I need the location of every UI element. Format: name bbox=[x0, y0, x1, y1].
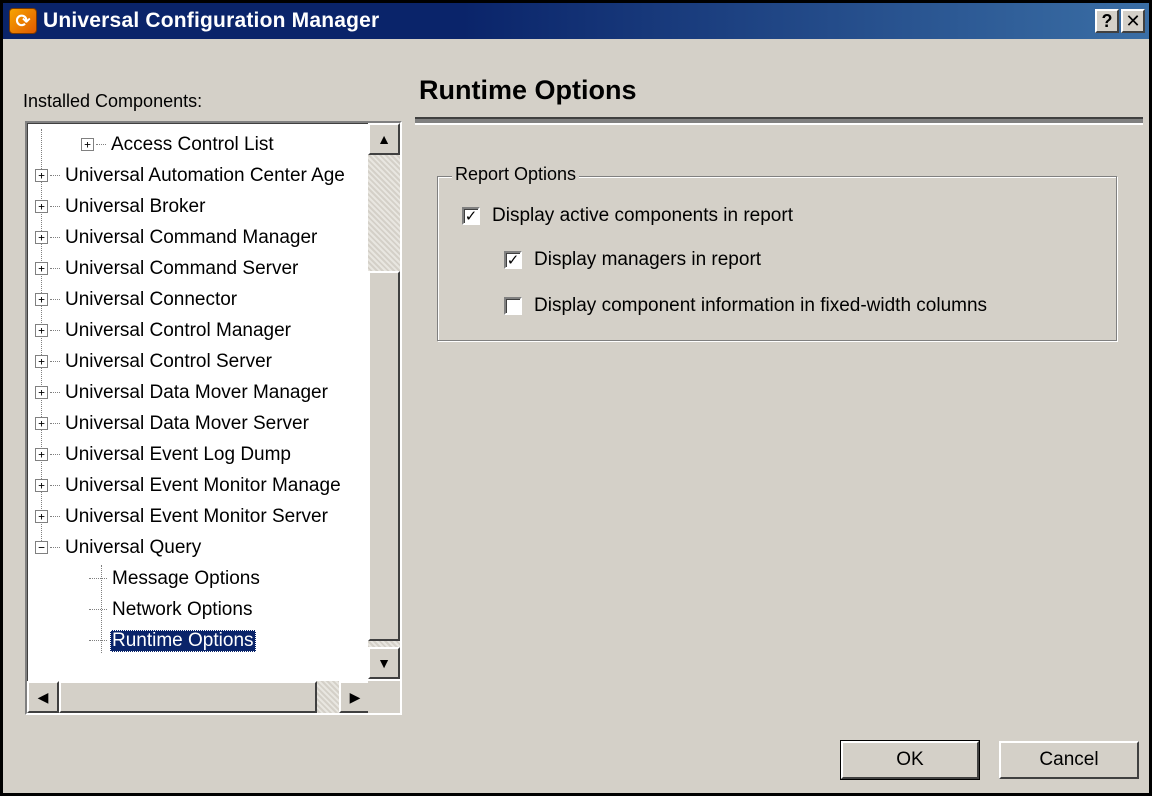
expand-icon[interactable]: + bbox=[35, 479, 48, 492]
fixed-width-option[interactable]: Display component information in fixed-w… bbox=[504, 295, 987, 317]
tree-node-label: Universal Data Mover Server bbox=[65, 412, 309, 434]
tree-horizontal-scrollbar[interactable]: ◀ ▶ bbox=[27, 681, 371, 713]
tree-connector bbox=[50, 454, 60, 455]
tree-connector bbox=[50, 330, 60, 331]
expand-icon[interactable]: + bbox=[35, 200, 48, 213]
tree-node[interactable]: + Universal Command Manager bbox=[27, 222, 371, 253]
tree-node[interactable]: + Universal Event Log Dump bbox=[27, 439, 371, 470]
option-label: Display active components in report bbox=[492, 205, 793, 226]
page-title: Runtime Options bbox=[419, 75, 637, 105]
managers-option[interactable]: ✓ Display managers in report bbox=[504, 249, 761, 271]
option-label: Display component information in fixed-w… bbox=[534, 295, 988, 316]
active-components-option[interactable]: ✓ Display active components in report bbox=[462, 205, 793, 227]
tree-node[interactable]: + Universal Connector bbox=[27, 284, 371, 315]
app-icon: ⟳ bbox=[9, 8, 37, 34]
tree-node[interactable]: + Universal Control Server bbox=[27, 346, 371, 377]
scroll-left-icon[interactable]: ◀ bbox=[27, 681, 59, 713]
expand-icon[interactable]: + bbox=[35, 510, 48, 523]
tree-node[interactable]: Message Options bbox=[27, 563, 371, 594]
tree-node[interactable]: + Universal Command Server bbox=[27, 253, 371, 284]
tree-node[interactable]: − Universal Query bbox=[27, 532, 371, 563]
tree-node[interactable]: + Access Control List bbox=[27, 129, 371, 160]
tree-node-label: Universal Query bbox=[65, 536, 202, 558]
config-manager-window: ⟳ Universal Configuration Manager ? ✕ In… bbox=[0, 0, 1152, 796]
tree-node-label: Universal Control Server bbox=[65, 350, 272, 372]
cancel-button[interactable]: Cancel bbox=[999, 741, 1139, 779]
tree-node-label: Universal Automation Center Age bbox=[65, 164, 345, 186]
tree-connector bbox=[50, 485, 60, 486]
option-label: Display managers in report bbox=[534, 249, 762, 270]
collapse-icon[interactable]: − bbox=[35, 541, 48, 554]
tree-node[interactable]: Network Options bbox=[27, 594, 371, 625]
tree-connector bbox=[89, 609, 107, 610]
horizontal-scroll-thumb[interactable] bbox=[59, 681, 317, 713]
expand-icon[interactable]: + bbox=[35, 448, 48, 461]
scroll-down-icon[interactable]: ▼ bbox=[368, 647, 400, 679]
scroll-up-icon[interactable]: ▲ bbox=[368, 123, 400, 155]
expand-icon[interactable]: + bbox=[35, 293, 48, 306]
tree-connector bbox=[50, 237, 60, 238]
tree-node-label: Universal Command Manager bbox=[65, 226, 318, 248]
tree-node-label: Universal Data Mover Manager bbox=[65, 381, 328, 403]
expand-icon[interactable]: + bbox=[35, 355, 48, 368]
scroll-right-icon[interactable]: ▶ bbox=[339, 681, 371, 713]
tree-connector bbox=[89, 640, 107, 641]
tree-connector bbox=[50, 175, 60, 176]
expand-icon[interactable]: + bbox=[35, 386, 48, 399]
tree-node-label: Universal Event Monitor Manage bbox=[65, 474, 341, 496]
tree-node[interactable]: + Universal Event Monitor Server bbox=[27, 501, 371, 532]
help-button[interactable]: ? bbox=[1095, 9, 1119, 33]
tree-node-label: Universal Event Monitor Server bbox=[65, 505, 328, 527]
tree-node-label: Runtime Options bbox=[110, 629, 256, 652]
tree-connector bbox=[50, 516, 60, 517]
tree-node-label: Universal Control Manager bbox=[65, 319, 291, 341]
expand-icon[interactable]: + bbox=[81, 138, 94, 151]
report-options-group: Report Options ✓ Display active componen… bbox=[437, 164, 1117, 341]
scroll-corner bbox=[368, 681, 400, 713]
tree-connector bbox=[50, 268, 60, 269]
tree-rows: + Access Control List + Universal Automa… bbox=[27, 129, 371, 669]
expand-icon[interactable]: + bbox=[35, 169, 48, 182]
tree-vertical-scrollbar[interactable]: ▲ ▼ bbox=[368, 123, 400, 679]
tree-node-label: Access Control List bbox=[111, 133, 274, 155]
tree-node[interactable]: + Universal Automation Center Age bbox=[27, 160, 371, 191]
tree-connector bbox=[50, 206, 60, 207]
expand-icon[interactable]: + bbox=[35, 262, 48, 275]
tree-node-label: Message Options bbox=[112, 567, 260, 589]
expand-icon[interactable]: + bbox=[35, 231, 48, 244]
tree-connector bbox=[50, 299, 60, 300]
installed-components-label: Installed Components: bbox=[23, 91, 203, 111]
tree-connector bbox=[50, 423, 60, 424]
window-title: Universal Configuration Manager bbox=[43, 9, 380, 32]
tree-node[interactable]: + Universal Data Mover Manager bbox=[27, 377, 371, 408]
vertical-scroll-thumb[interactable] bbox=[368, 271, 400, 641]
expand-icon[interactable]: + bbox=[35, 324, 48, 337]
managers-checkbox[interactable]: ✓ bbox=[504, 251, 522, 269]
tree-connector bbox=[50, 547, 60, 548]
tree-connector bbox=[50, 361, 60, 362]
title-bar: ⟳ Universal Configuration Manager ? ✕ bbox=[3, 3, 1149, 39]
ok-button[interactable]: OK bbox=[840, 740, 980, 780]
tree-node[interactable]: + Universal Event Monitor Manage bbox=[27, 470, 371, 501]
tree-node-label: Universal Broker bbox=[65, 195, 206, 217]
tree-node-label: Universal Event Log Dump bbox=[65, 443, 291, 465]
fixed-width-checkbox[interactable] bbox=[504, 297, 522, 315]
component-tree[interactable]: + Access Control List + Universal Automa… bbox=[25, 121, 402, 715]
tree-node-label: Universal Connector bbox=[65, 288, 238, 310]
active-components-checkbox[interactable]: ✓ bbox=[462, 207, 480, 225]
tree-connector bbox=[50, 392, 60, 393]
title-divider bbox=[415, 117, 1143, 125]
group-legend: Report Options bbox=[452, 164, 580, 185]
tree-node-selected[interactable]: Runtime Options bbox=[27, 625, 371, 656]
tree-node[interactable]: + Universal Control Manager bbox=[27, 315, 371, 346]
tree-node-label: Universal Command Server bbox=[65, 257, 299, 279]
tree-node-label: Network Options bbox=[112, 598, 253, 620]
tree-node[interactable]: + Universal Data Mover Server bbox=[27, 408, 371, 439]
close-button[interactable]: ✕ bbox=[1121, 9, 1145, 33]
tree-connector bbox=[96, 144, 106, 145]
tree-connector bbox=[89, 578, 107, 579]
expand-icon[interactable]: + bbox=[35, 417, 48, 430]
tree-node[interactable]: + Universal Broker bbox=[27, 191, 371, 222]
